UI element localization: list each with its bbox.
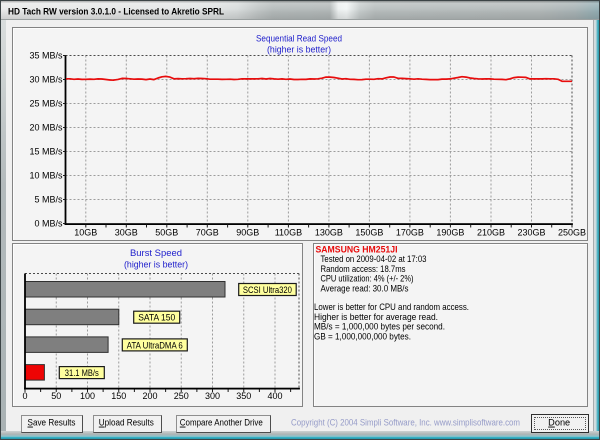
- svg-text:50GB: 50GB: [155, 228, 178, 238]
- svg-text:GB = 1,000,000,000 bytes.: GB = 1,000,000,000 bytes.: [314, 331, 411, 341]
- svg-text:250: 250: [174, 391, 189, 401]
- svg-text:Upload Results: Upload Results: [99, 418, 154, 428]
- svg-text:5 MB/s: 5 MB/s: [34, 195, 63, 205]
- svg-text:10GB: 10GB: [74, 228, 97, 238]
- svg-text:MB/s = 1,000,000 bytes per sec: MB/s = 1,000,000 bytes per second.: [314, 322, 445, 332]
- svg-text:90GB: 90GB: [236, 228, 259, 238]
- svg-text:30 MB/s: 30 MB/s: [29, 75, 63, 85]
- svg-text:250GB: 250GB: [558, 228, 586, 238]
- svg-text:(higher is better): (higher is better): [267, 45, 331, 56]
- svg-text:110GB: 110GB: [275, 228, 302, 238]
- svg-text:ATA UltraDMA 6: ATA UltraDMA 6: [127, 340, 183, 350]
- svg-text:0: 0: [22, 391, 27, 401]
- svg-text:31.1 MB/s: 31.1 MB/s: [65, 368, 99, 378]
- svg-text:200: 200: [142, 391, 157, 401]
- svg-text:15 MB/s: 15 MB/s: [29, 147, 63, 157]
- svg-text:300: 300: [205, 391, 220, 401]
- svg-text:Save Results: Save Results: [28, 418, 76, 428]
- svg-text:0 MB/s: 0 MB/s: [34, 219, 63, 229]
- svg-text:Sequential Read Speed: Sequential Read Speed: [256, 33, 342, 44]
- svg-text:25 MB/s: 25 MB/s: [29, 99, 63, 109]
- svg-text:50: 50: [51, 391, 61, 401]
- svg-text:400: 400: [267, 391, 282, 401]
- svg-text:10 MB/s: 10 MB/s: [29, 171, 63, 181]
- svg-text:210GB: 210GB: [477, 228, 505, 238]
- svg-text:150: 150: [111, 391, 126, 401]
- svg-text:Burst Speed: Burst Speed: [130, 248, 182, 259]
- svg-text:20 MB/s: 20 MB/s: [29, 123, 63, 133]
- svg-text:35 MB/s: 35 MB/s: [29, 51, 63, 61]
- svg-text:170GB: 170GB: [396, 228, 424, 238]
- svg-text:SATA 150: SATA 150: [138, 313, 175, 323]
- svg-text:HD Tach RW version 3.0.1.0 - L: HD Tach RW version 3.0.1.0 - Licensed to…: [8, 7, 224, 18]
- svg-text:30GB: 30GB: [115, 228, 138, 238]
- svg-text:150GB: 150GB: [355, 228, 383, 238]
- svg-text:Average read: 30.0 MB/s: Average read: 30.0 MB/s: [321, 283, 409, 293]
- svg-text:230GB: 230GB: [517, 228, 545, 238]
- svg-text:70GB: 70GB: [196, 228, 219, 238]
- svg-text:Random access: 18.7ms: Random access: 18.7ms: [321, 264, 406, 274]
- svg-text:350: 350: [236, 391, 251, 401]
- svg-text:Copyright (C) 2004 Simpli Soft: Copyright (C) 2004 Simpli Software, Inc.…: [291, 417, 520, 428]
- svg-text:Tested on 2009-04-02 at 17:03: Tested on 2009-04-02 at 17:03: [321, 254, 427, 264]
- svg-text:190GB: 190GB: [436, 228, 464, 238]
- svg-text:SCSI Ultra320: SCSI Ultra320: [243, 285, 292, 295]
- svg-text:CPU utilization: 4% (+/- 2%): CPU utilization: 4% (+/- 2%): [321, 274, 414, 284]
- svg-text:(higher is better): (higher is better): [124, 259, 188, 270]
- svg-text:Compare Another Drive: Compare Another Drive: [180, 418, 263, 428]
- svg-text:Higher is better for average r: Higher is better for average read.: [314, 312, 438, 322]
- svg-text:Done: Done: [548, 418, 570, 428]
- svg-text:Lower is better for CPU and ra: Lower is better for CPU and random acces…: [314, 302, 469, 312]
- svg-text:130GB: 130GB: [315, 228, 343, 238]
- svg-text:100: 100: [80, 391, 95, 401]
